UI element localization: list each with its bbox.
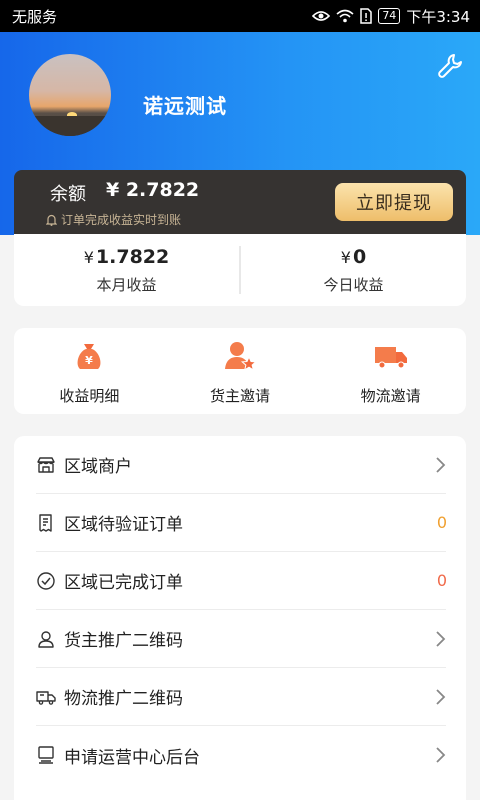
clock-text: 下午3:34 bbox=[406, 7, 470, 26]
user-icon bbox=[38, 630, 54, 648]
quick-action-label: 货主邀请 bbox=[210, 387, 271, 405]
chevron-right-icon bbox=[436, 630, 446, 647]
quick-actions: ¥ 收益明细 货主邀请 物流邀请 bbox=[14, 328, 466, 414]
quick-action-shipper-invite[interactable]: 货主邀请 bbox=[165, 328, 316, 414]
earnings-today-label: 今日收益 bbox=[323, 275, 384, 294]
menu-list: 区域商户 区域待验证订单 0 区域已完成订单 0 货主推广二维码 物流推广二维码… bbox=[14, 436, 466, 800]
withdraw-button[interactable]: 立即提现 bbox=[335, 183, 453, 221]
truck-outline-icon bbox=[36, 690, 56, 705]
chevron-right-icon bbox=[436, 456, 446, 473]
user-star-icon bbox=[225, 342, 257, 371]
chevron-right-icon bbox=[436, 747, 446, 763]
carrier-text: 无服务 bbox=[12, 7, 58, 26]
earnings-month[interactable]: ¥1.7822 本月收益 bbox=[14, 246, 239, 295]
battery-indicator: 74 bbox=[378, 8, 401, 24]
menu-item-regional-merchants[interactable]: 区域商户 bbox=[36, 436, 446, 494]
chevron-right-icon bbox=[436, 688, 446, 705]
menu-item-label: 区域待验证订单 bbox=[64, 515, 183, 535]
sim-alert-icon bbox=[360, 8, 373, 24]
menu-item-operation-center[interactable]: 申请运营中心后台 bbox=[36, 726, 446, 784]
wrench-icon[interactable] bbox=[437, 52, 465, 80]
menu-item-label: 物流推广二维码 bbox=[64, 689, 183, 709]
balance-note-text: 订单完成收益实时到账 bbox=[61, 213, 182, 227]
truck-icon bbox=[374, 347, 407, 369]
wifi-icon bbox=[336, 9, 354, 23]
menu-item-completed-orders[interactable]: 区域已完成订单 0 bbox=[36, 552, 447, 610]
quick-action-earnings-detail[interactable]: ¥ 收益明细 bbox=[14, 328, 165, 414]
menu-item-shipper-qrcode[interactable]: 货主推广二维码 bbox=[36, 610, 446, 668]
balance-value: ¥ 2.7822 bbox=[106, 179, 200, 201]
bell-icon bbox=[46, 214, 57, 226]
username: 诺远测试 bbox=[143, 94, 227, 118]
status-bar: 无服务 74 下午3:34 bbox=[0, 0, 480, 32]
menu-item-pending-orders[interactable]: 区域待验证订单 0 bbox=[36, 494, 447, 552]
earnings-today[interactable]: ¥0 今日收益 bbox=[241, 246, 466, 295]
balance-label: 余额 bbox=[50, 184, 86, 205]
menu-item-logistics-qrcode[interactable]: 物流推广二维码 bbox=[36, 668, 446, 726]
money-bag-icon: ¥ bbox=[77, 344, 101, 369]
count-badge: 0 bbox=[436, 571, 447, 590]
menu-item-label: 区域已完成订单 bbox=[64, 573, 183, 593]
monitor-icon bbox=[38, 746, 54, 764]
menu-item-label: 申请运营中心后台 bbox=[64, 747, 200, 768]
earnings-card: ¥1.7822 本月收益 ¥0 今日收益 bbox=[14, 234, 466, 306]
quick-action-logistics-invite[interactable]: 物流邀请 bbox=[315, 328, 466, 414]
earnings-month-label: 本月收益 bbox=[96, 275, 157, 294]
check-circle-icon bbox=[37, 571, 55, 590]
quick-action-label: 收益明细 bbox=[59, 387, 120, 405]
receipt-icon bbox=[39, 513, 52, 532]
eye-icon bbox=[312, 11, 331, 21]
store-icon bbox=[37, 456, 55, 473]
earnings-today-value: ¥0 bbox=[340, 245, 367, 268]
balance-note: 订单完成收益实时到账 bbox=[46, 211, 181, 228]
earnings-month-value: ¥1.7822 bbox=[83, 245, 170, 268]
quick-action-label: 物流邀请 bbox=[360, 387, 421, 405]
svg-text:¥: ¥ bbox=[86, 354, 94, 367]
balance-card: 余额 ¥ 2.7822 订单完成收益实时到账 立即提现 bbox=[14, 170, 466, 234]
menu-item-label: 货主推广二维码 bbox=[64, 631, 183, 651]
avatar[interactable] bbox=[29, 54, 111, 136]
menu-item-label: 区域商户 bbox=[64, 457, 132, 477]
count-badge: 0 bbox=[436, 513, 447, 532]
